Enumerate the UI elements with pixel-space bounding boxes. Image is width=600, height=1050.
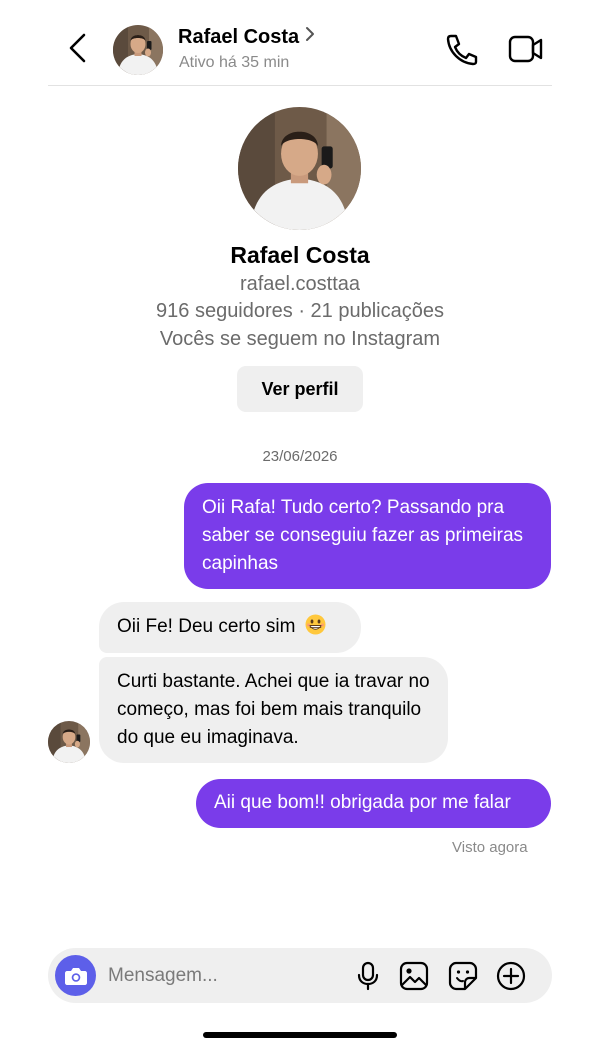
phone-icon[interactable] xyxy=(443,32,479,66)
profile-stats: 916 seguidores · 21 publicações xyxy=(156,300,444,322)
message-text: Oii Fe! Deu certo sim xyxy=(117,616,296,637)
profile-avatar[interactable] xyxy=(238,107,361,230)
back-arrow-icon[interactable] xyxy=(62,30,92,66)
chat-header: Rafael Costa Ativo há 35 min xyxy=(0,0,600,86)
message-bubble-outgoing[interactable]: Oii Rafa! Tudo certo? Passando pra saber… xyxy=(184,483,551,589)
sticker-icon[interactable] xyxy=(447,960,479,992)
camera-icon[interactable] xyxy=(55,955,96,996)
profile-mutual-follow: Vocês se seguem no Instagram xyxy=(159,328,441,350)
header-divider xyxy=(48,85,552,86)
video-camera-icon[interactable] xyxy=(505,32,545,66)
microphone-icon[interactable] xyxy=(352,960,384,992)
contact-name[interactable]: Rafael Costa xyxy=(178,26,315,49)
sender-avatar[interactable] xyxy=(48,721,90,763)
plus-icon[interactable] xyxy=(495,960,527,992)
message-composer xyxy=(48,948,552,1003)
message-bubble-outgoing[interactable]: Aii que bom!! obrigada por me falar xyxy=(196,779,551,828)
activity-status: Ativo há 35 min xyxy=(179,54,290,71)
gallery-icon[interactable] xyxy=(398,960,430,992)
grinning-face-emoji-icon xyxy=(305,614,326,635)
date-separator: 23/06/2026 xyxy=(262,448,338,465)
message-input[interactable] xyxy=(108,956,328,996)
message-bubble-incoming[interactable]: Oii Fe! Deu certo sim xyxy=(99,602,361,653)
home-indicator xyxy=(203,1032,397,1038)
chevron-right-icon xyxy=(305,26,315,47)
seen-status: Visto agora xyxy=(452,839,528,856)
message-bubble-incoming[interactable]: Curti bastante. Achei que ia travar no c… xyxy=(99,657,448,763)
contact-name-text: Rafael Costa xyxy=(178,26,300,48)
view-profile-button[interactable]: Ver perfil xyxy=(237,366,363,412)
profile-username: rafael.costtaa xyxy=(239,273,361,295)
profile-name: Rafael Costa xyxy=(230,242,370,268)
avatar[interactable] xyxy=(113,25,163,75)
